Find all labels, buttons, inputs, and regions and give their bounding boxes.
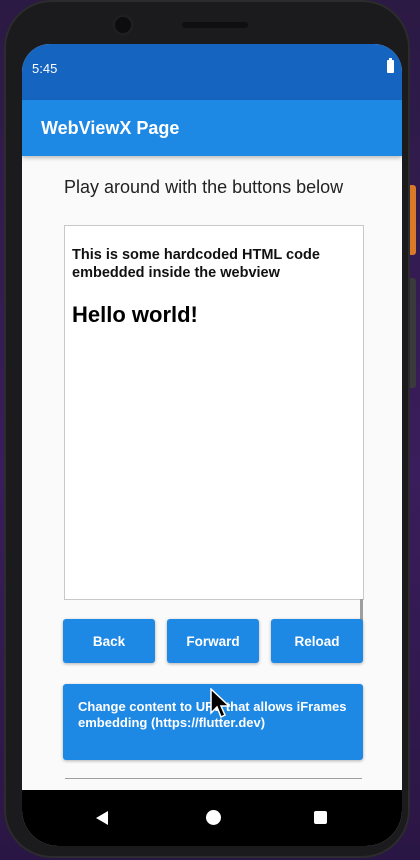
android-nav-bar [22,790,402,846]
volume-button[interactable] [410,278,416,388]
phone-frame: 5:45 WebViewX Page Play around with the … [4,0,416,858]
webview-heading: Hello world! [72,302,198,327]
webview-frame[interactable]: This is some hardcoded HTML code embedde… [64,225,364,600]
front-camera [112,14,134,36]
divider [65,778,362,779]
reload-button[interactable]: Reload [271,619,363,663]
status-time: 5:45 [32,61,58,76]
app-bar-title: WebViewX Page [41,118,180,138]
webview-paragraph: This is some hardcoded HTML code embedde… [72,247,320,281]
status-bar: 5:45 [22,44,402,100]
nav-back-icon[interactable] [96,811,108,825]
nav-home-icon[interactable] [206,810,221,825]
nav-recents-icon[interactable] [314,811,327,824]
battery-icon [387,58,394,73]
back-button[interactable]: Back [63,619,155,663]
page-subtitle: Play around with the buttons below [64,177,344,197]
mouse-cursor-icon [210,688,231,719]
power-button[interactable] [410,185,416,255]
forward-button[interactable]: Forward [167,619,259,663]
app-bar: WebViewX Page [22,100,402,156]
phone-screen: 5:45 WebViewX Page Play around with the … [22,44,402,846]
earpiece-speaker [182,22,248,28]
